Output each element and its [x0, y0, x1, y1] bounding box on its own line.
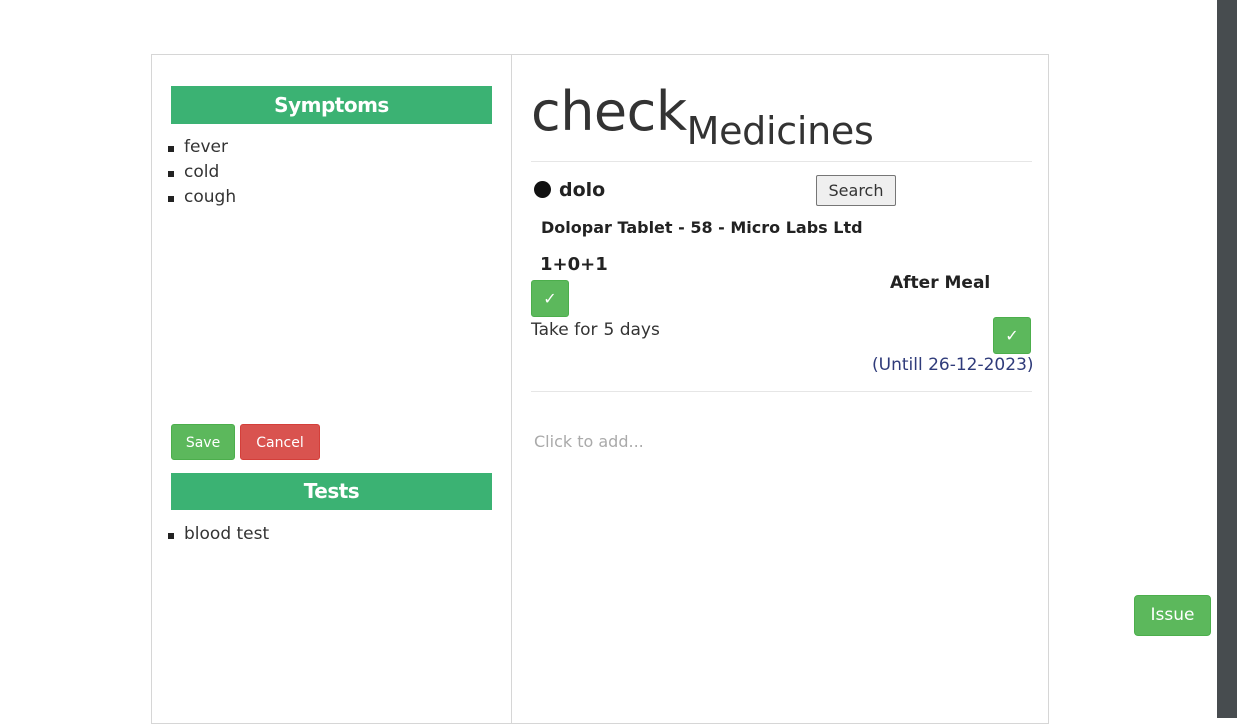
take-for-row: Take for 5 days — [531, 318, 660, 342]
medicine-search-text: dolo — [559, 179, 606, 201]
symptoms-list: fever cold cough — [168, 135, 236, 210]
left-column: Symptoms fever cold cough Save Cancel Te… — [152, 55, 512, 723]
confirm-dosage-button[interactable]: ✓ — [531, 280, 569, 317]
cancel-button[interactable]: Cancel — [240, 424, 320, 460]
divider — [531, 391, 1032, 392]
confirm-duration-button[interactable]: ✓ — [993, 317, 1031, 354]
symptom-item: cold — [168, 160, 236, 185]
test-item: blood test — [168, 522, 269, 547]
medicine-product: Dolopar Tablet - 58 - Micro Labs Ltd — [541, 218, 863, 237]
symptoms-header: Symptoms — [171, 86, 492, 124]
checkmark-icon: ✓ — [543, 289, 557, 308]
until-date: (Untill 26-12-2023) — [872, 355, 1034, 375]
symptom-item: cough — [168, 185, 236, 210]
divider — [531, 161, 1032, 162]
search-button[interactable]: Search — [816, 175, 896, 206]
medicine-search-term[interactable]: dolo — [534, 177, 605, 203]
right-column: checkMedicines dolo Search Dolopar Table… — [512, 55, 1048, 723]
duration-value: 5 days — [603, 320, 660, 340]
prescription-panel: Symptoms fever cold cough Save Cancel Te… — [151, 54, 1049, 724]
tests-header: Tests — [171, 473, 492, 510]
title-sub: Medicines — [686, 109, 874, 153]
medicines-title: checkMedicines — [531, 79, 874, 153]
issue-button[interactable]: Issue — [1134, 595, 1211, 636]
filled-circle-icon — [534, 181, 551, 198]
save-button[interactable]: Save — [171, 424, 235, 460]
symptom-item: fever — [168, 135, 236, 160]
tests-list: blood test — [168, 522, 269, 547]
add-medicine-placeholder[interactable]: Click to add... — [534, 430, 644, 454]
meal-timing: After Meal — [890, 273, 991, 293]
dosage-schedule: 1+0+1 — [540, 254, 608, 275]
page-scrollbar[interactable] — [1217, 0, 1237, 718]
checkmark-icon: ✓ — [1005, 326, 1019, 345]
take-for-label: Take for — [531, 320, 598, 340]
title-main: check — [531, 80, 687, 143]
